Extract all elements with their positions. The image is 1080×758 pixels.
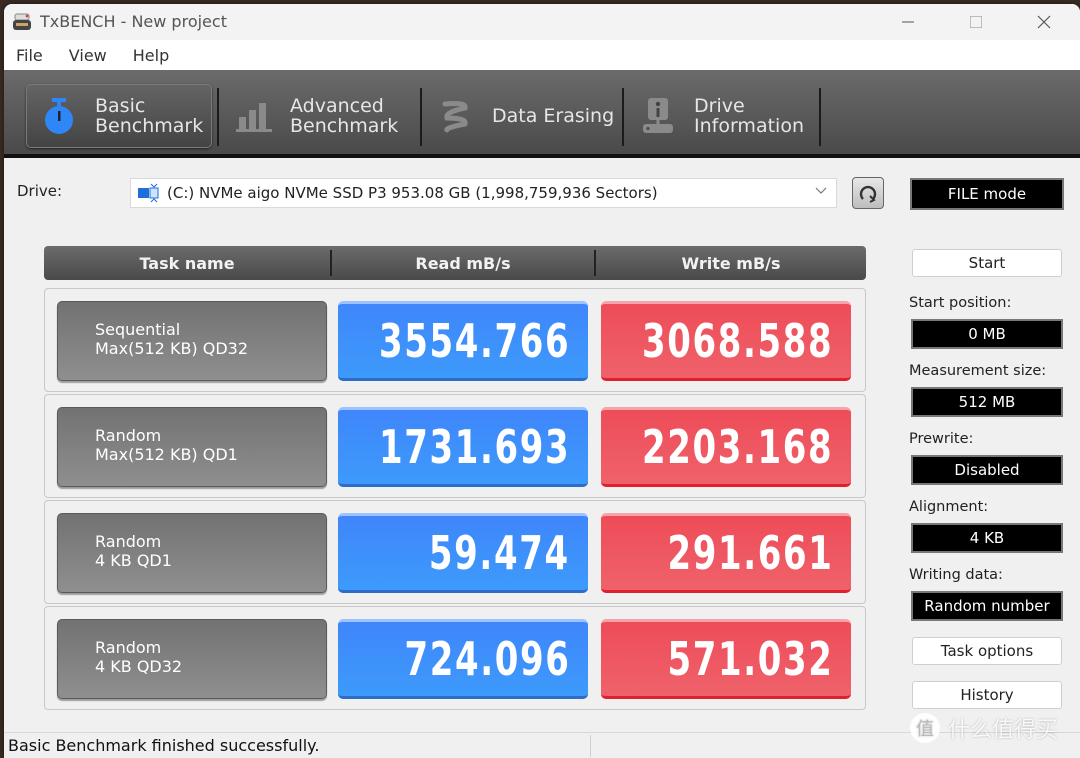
task-options-button[interactable]: Task options bbox=[912, 637, 1062, 665]
task-name-cell[interactable]: Random 4 KB QD1 bbox=[57, 513, 327, 593]
history-button[interactable]: History bbox=[912, 681, 1062, 709]
header-read: Read mB/s bbox=[415, 253, 511, 273]
mode-indicator: FILE mode bbox=[910, 178, 1064, 210]
title-bar: TxBENCH - New project bbox=[4, 4, 1080, 40]
measurement-size-value[interactable]: 512 MB bbox=[911, 387, 1063, 417]
alignment-value[interactable]: 4 KB bbox=[911, 523, 1063, 553]
start-position-label: Start position: bbox=[909, 295, 1012, 311]
start-button[interactable]: Start bbox=[912, 249, 1062, 277]
tab-basic-line1: Basic bbox=[95, 95, 146, 117]
write-value: 3068.588 bbox=[601, 301, 851, 381]
toolbar-divider bbox=[819, 88, 821, 146]
writing-data-value[interactable]: Random number bbox=[911, 591, 1063, 621]
status-divider bbox=[590, 735, 591, 757]
write-value: 571.032 bbox=[601, 619, 851, 699]
menu-bar: File View Help bbox=[4, 40, 1080, 70]
menu-help[interactable]: Help bbox=[131, 44, 171, 67]
stopwatch-icon bbox=[39, 96, 79, 136]
main-toolbar: Basic Benchmark Advanced Benchmark Data … bbox=[4, 70, 1080, 158]
read-value-text: 1731.693 bbox=[378, 420, 570, 474]
drive-icon bbox=[138, 183, 159, 203]
tab-erasing-label: Data Erasing bbox=[492, 105, 615, 127]
menu-file[interactable]: File bbox=[14, 44, 45, 67]
results-table-header: Task name Read mB/s Write mB/s bbox=[44, 246, 866, 280]
refresh-icon bbox=[859, 185, 877, 203]
prewrite-value[interactable]: Disabled bbox=[911, 455, 1063, 485]
maximize-icon bbox=[970, 16, 982, 28]
read-value-text: 3554.766 bbox=[378, 314, 570, 368]
bar-chart-icon bbox=[234, 96, 274, 136]
task-name-line2: 4 KB QD1 bbox=[95, 551, 172, 570]
write-value-text: 2203.168 bbox=[641, 420, 833, 474]
write-value: 2203.168 bbox=[601, 407, 851, 487]
start-position-value[interactable]: 0 MB bbox=[911, 319, 1063, 349]
eraser-icon bbox=[436, 96, 476, 136]
read-value: 59.474 bbox=[338, 513, 588, 593]
toolbar-divider bbox=[622, 88, 624, 146]
result-row-random-512k-qd1: Random Max(512 KB) QD1 1731.693 2203.168 bbox=[44, 394, 866, 498]
task-name-line1: Random bbox=[95, 426, 162, 445]
watermark-text: 什么值得买 bbox=[948, 718, 1059, 743]
task-name-line1: Random bbox=[95, 638, 162, 657]
alignment-label: Alignment: bbox=[909, 499, 989, 515]
task-name-cell[interactable]: Sequential Max(512 KB) QD32 bbox=[57, 301, 327, 381]
write-value: 291.661 bbox=[601, 513, 851, 593]
app-window: TxBENCH - New project File View Help Bas… bbox=[4, 4, 1080, 758]
tab-drive-line1: Drive bbox=[694, 95, 745, 117]
toolbar-divider bbox=[420, 88, 422, 146]
drive-info-icon bbox=[638, 96, 678, 136]
window-title: TxBENCH - New project bbox=[40, 12, 227, 31]
result-row-random-4k-qd1: Random 4 KB QD1 59.474 291.661 bbox=[44, 500, 866, 604]
tab-advanced-line2: Benchmark bbox=[290, 115, 399, 137]
tab-advanced-benchmark[interactable]: Advanced Benchmark bbox=[222, 84, 418, 148]
drive-label: Drive: bbox=[17, 182, 63, 200]
close-button[interactable] bbox=[1010, 4, 1078, 40]
tab-data-erasing[interactable]: Data Erasing bbox=[424, 84, 620, 148]
task-name-cell[interactable]: Random 4 KB QD32 bbox=[57, 619, 327, 699]
tab-advanced-line1: Advanced bbox=[290, 95, 384, 117]
task-name-line2: 4 KB QD32 bbox=[95, 657, 183, 676]
result-row-random-4k-qd32: Random 4 KB QD32 724.096 571.032 bbox=[44, 606, 866, 710]
task-name-line2: Max(512 KB) QD32 bbox=[95, 339, 249, 358]
tab-basic-line2: Benchmark bbox=[95, 115, 204, 137]
writing-data-label: Writing data: bbox=[909, 567, 1003, 583]
tab-drive-line2: Information bbox=[694, 115, 804, 137]
tab-basic-benchmark[interactable]: Basic Benchmark bbox=[26, 84, 212, 148]
menu-view[interactable]: View bbox=[67, 44, 109, 67]
drive-select-value: (C:) NVMe aigo NVMe SSD P3 953.08 GB (1,… bbox=[167, 184, 658, 202]
read-value-text: 59.474 bbox=[429, 526, 570, 580]
measurement-size-label: Measurement size: bbox=[909, 363, 1047, 379]
read-value-text: 724.096 bbox=[403, 632, 570, 686]
tab-drive-information[interactable]: Drive Information bbox=[626, 84, 822, 148]
read-value: 1731.693 bbox=[338, 407, 588, 487]
benchmark-panel: Drive: (C:) NVMe aigo NVMe SSD P3 953.08… bbox=[4, 162, 1080, 736]
toolbar-divider bbox=[217, 88, 219, 146]
maximize-button[interactable] bbox=[942, 4, 1010, 40]
prewrite-label: Prewrite: bbox=[909, 431, 974, 447]
task-name-line1: Sequential bbox=[95, 320, 181, 339]
minimize-button[interactable] bbox=[874, 4, 942, 40]
watermark: 值 什么值得买 bbox=[910, 712, 1058, 744]
header-task-name: Task name bbox=[139, 253, 235, 273]
watermark-logo-icon: 值 bbox=[910, 713, 940, 743]
minimize-icon bbox=[902, 21, 914, 23]
task-name-cell[interactable]: Random Max(512 KB) QD1 bbox=[57, 407, 327, 487]
write-value-text: 571.032 bbox=[666, 632, 833, 686]
refresh-drives-button[interactable] bbox=[852, 177, 884, 209]
app-logo-icon bbox=[13, 13, 31, 30]
task-name-line2: Max(512 KB) QD1 bbox=[95, 445, 238, 464]
drive-select[interactable]: (C:) NVMe aigo NVMe SSD P3 953.08 GB (1,… bbox=[130, 178, 837, 208]
chevron-down-icon bbox=[814, 183, 828, 201]
write-value-text: 291.661 bbox=[666, 526, 833, 580]
read-value: 3554.766 bbox=[338, 301, 588, 381]
close-icon bbox=[1037, 15, 1051, 29]
write-value-text: 3068.588 bbox=[641, 314, 833, 368]
read-value: 724.096 bbox=[338, 619, 588, 699]
result-row-sequential-qd32: Sequential Max(512 KB) QD32 3554.766 306… bbox=[44, 288, 866, 392]
status-text: Basic Benchmark finished successfully. bbox=[8, 736, 320, 755]
header-write: Write mB/s bbox=[681, 253, 781, 273]
task-name-line1: Random bbox=[95, 532, 162, 551]
